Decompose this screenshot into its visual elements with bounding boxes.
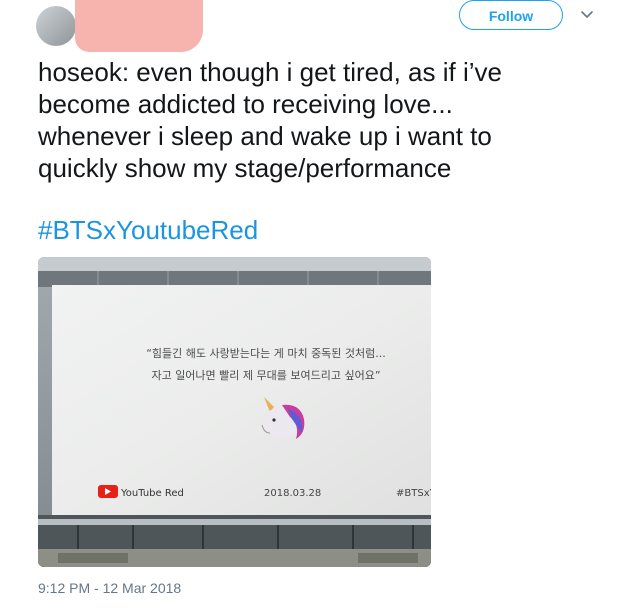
tweet-line: whenever i sleep and wake up i want to: [38, 121, 492, 151]
billboard-tag: #BTSxY: [396, 488, 431, 499]
billboard-quote-line1: “힘들긴 해도 사랑받는다는 게 마치 중독된 것처럼...: [146, 346, 386, 360]
hashtag-link[interactable]: #BTSxYoutubeRed: [38, 214, 258, 246]
tweet-line: become addicted to receiving love...: [38, 89, 453, 119]
follow-button[interactable]: Follow: [459, 0, 563, 30]
tweet-line: quickly show my stage/performance: [38, 153, 452, 183]
tweet-photo[interactable]: “힘들긴 해도 사랑받는다는 게 마치 중독된 것처럼... 자고 일어나면 빨…: [38, 257, 431, 567]
chevron-down-icon[interactable]: [580, 8, 594, 22]
redacted-username: [75, 0, 203, 52]
billboard-brand: YouTube Red: [120, 488, 184, 499]
tweet-timestamp[interactable]: 9:12 PM - 12 Mar 2018: [38, 580, 181, 596]
tweet-text: hoseok: even though i get tired, as if i…: [38, 56, 618, 184]
billboard-quote-line2: 자고 일어나면 빨리 제 무대를 보여드리고 싶어요”: [151, 368, 380, 382]
billboard-photo: “힘들긴 해도 사랑받는다는 게 마치 중독된 것처럼... 자고 일어나면 빨…: [38, 257, 431, 567]
tweet-line: hoseok: even though i get tired, as if i…: [38, 57, 502, 87]
avatar[interactable]: [36, 6, 76, 46]
billboard-date: 2018.03.28: [264, 488, 321, 499]
